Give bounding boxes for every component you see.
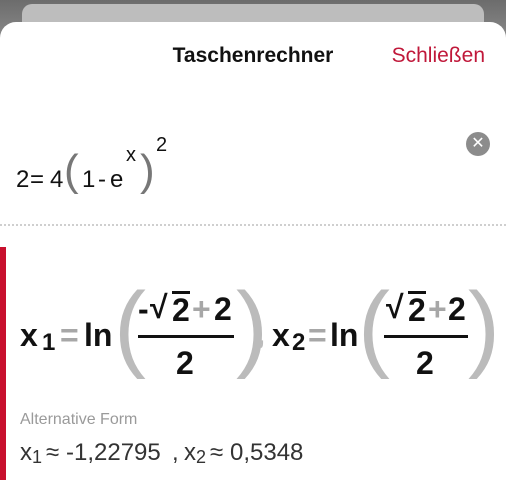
solution-equals-1: = (60, 317, 79, 353)
fraction2-plus: + (428, 291, 447, 327)
solution-equals-2: = (308, 317, 327, 353)
solution-ln-2: ln (330, 317, 359, 353)
fraction2-add: 2 (448, 291, 466, 327)
solution-ln-1: ln (84, 317, 113, 353)
input-coefficient: 4 (50, 166, 64, 193)
input-exponent: x (126, 144, 136, 166)
clear-icon[interactable]: ✕ (466, 132, 490, 156)
alt-approx-2: ≈ (210, 439, 224, 466)
fraction2-sqrt-arg: 2 (408, 291, 426, 328)
fraction2-denominator: 2 (416, 345, 434, 381)
fraction1-bar (138, 335, 234, 338)
sqrt-icon: √ (150, 289, 168, 325)
fraction1-plus: + (192, 291, 211, 327)
alt-x2: x (184, 439, 196, 466)
input-lhs: 2 (16, 166, 30, 193)
alt-x1: x (20, 439, 32, 466)
solution-sub1: 1 (42, 329, 56, 356)
input-outer-exponent: 2 (156, 134, 168, 156)
result-panel: x 1 = ln ( - √ 2 + 2 2 ) , x 2 = ln ( √ … (0, 247, 506, 480)
solution-line: x 1 = ln ( - √ 2 + 2 2 ) , x 2 = ln ( √ … (20, 273, 500, 393)
sqrt-icon-2: √ (386, 289, 404, 325)
input-minus: - (98, 166, 106, 193)
solution-x1: x (20, 317, 38, 353)
solution-sub2: 2 (292, 329, 306, 356)
input-one: 1 (82, 166, 96, 193)
result-accent-bar (0, 247, 6, 480)
fraction1-add: 2 (214, 291, 232, 327)
fraction2-bar (384, 335, 468, 338)
close-button[interactable]: Schließen (392, 44, 485, 68)
input-equals: = (30, 166, 45, 193)
alt-approx-1: ≈ (46, 439, 60, 466)
fraction1-sign: - (138, 291, 149, 327)
fraction1-denominator: 2 (176, 345, 194, 381)
alternative-form-label: Alternative Form (20, 411, 138, 428)
alt-sub1: 1 (32, 447, 43, 467)
calculator-sheet: Taschenrechner Schließen 2 = 4 ( 1 - e x… (0, 22, 506, 480)
divider (0, 224, 506, 226)
input-open-paren: ( (64, 146, 79, 195)
solution-comma: , (258, 323, 265, 350)
alt-value-1: -1,22795 (66, 439, 161, 466)
alt-sub2: 2 (196, 447, 207, 467)
input-e: e (110, 166, 124, 193)
solution-close-paren-2: ) (468, 273, 500, 380)
fraction1-sqrt-arg: 2 (172, 291, 190, 328)
input-close-paren: ) (140, 146, 155, 195)
alt-comma: , (172, 439, 179, 466)
alt-value-2: 0,5348 (230, 439, 304, 466)
solution-x2: x (272, 317, 290, 353)
equation-input-row[interactable]: 2 = 4 ( 1 - e x ) 2 ✕ (16, 126, 490, 198)
